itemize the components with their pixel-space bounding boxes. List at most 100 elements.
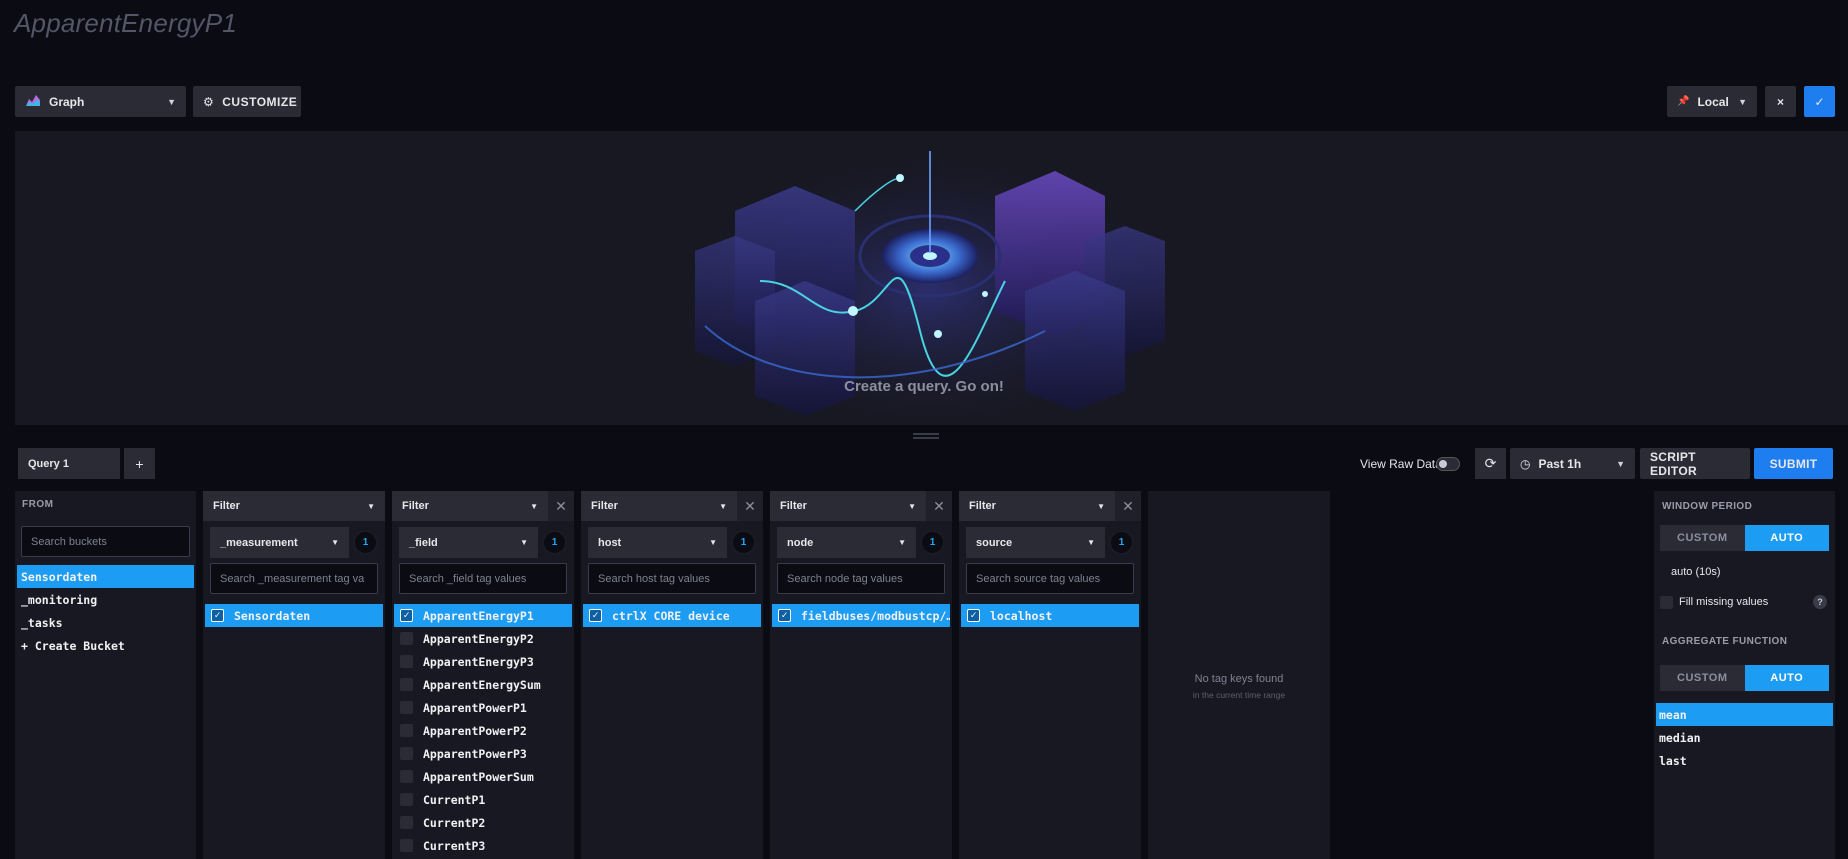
checkbox-checked[interactable]: ✓ — [211, 609, 224, 622]
checkbox-checked[interactable]: ✓ — [967, 609, 980, 622]
window-custom-button[interactable]: CUSTOM — [1660, 525, 1745, 551]
bucket-item[interactable]: Sensordaten — [17, 565, 194, 588]
aggregate-function-item[interactable]: last — [1656, 749, 1833, 772]
tag-value-item[interactable]: ✓ ApparentEnergyP1 — [394, 604, 572, 627]
checkbox[interactable] — [400, 839, 413, 852]
tag-key-dropdown[interactable]: _field ▼ — [399, 527, 538, 558]
checkbox-checked[interactable]: ✓ — [778, 609, 791, 622]
timezone-dropdown[interactable]: 📌 Local ▼ — [1667, 86, 1757, 117]
chevron-down-icon: ▼ — [167, 96, 176, 107]
refresh-button[interactable]: ⟳ — [1475, 448, 1506, 479]
aggregate-function-item[interactable]: mean — [1656, 703, 1833, 726]
filter-header: Filter ▼ — [203, 491, 385, 521]
aggregate-panel: WINDOW PERIOD CUSTOM AUTO auto (10s) Fil… — [1654, 491, 1835, 859]
customize-button[interactable]: ⚙ CUSTOMIZE — [193, 86, 301, 117]
checkbox-checked[interactable]: ✓ — [400, 609, 413, 622]
checkbox[interactable] — [400, 678, 413, 691]
no-tag-keys-sub: in the current time range — [1192, 690, 1286, 700]
filter-header: Filter ▼ ✕ — [392, 491, 574, 521]
fill-missing-row[interactable]: Fill missing values ? — [1660, 595, 1827, 609]
aggregate-custom-button[interactable]: CUSTOM — [1660, 665, 1745, 691]
tag-value-item[interactable]: ✓ localhost — [961, 604, 1139, 627]
bucket-item[interactable]: _tasks — [17, 611, 194, 634]
remove-filter-button[interactable]: ✕ — [548, 491, 574, 521]
remove-filter-button[interactable]: ✕ — [737, 491, 763, 521]
time-range-label: Past 1h — [1538, 456, 1582, 471]
save-button[interactable]: ✓ — [1804, 86, 1835, 117]
query-tab[interactable]: Query 1 — [18, 448, 120, 479]
tag-value-label: ApparentPowerP2 — [423, 723, 527, 738]
fill-missing-checkbox[interactable] — [1660, 595, 1673, 609]
tag-value-item[interactable]: ✓ ctrlX CORE device — [583, 604, 761, 627]
tag-value-label: localhost — [990, 608, 1053, 623]
page-title[interactable]: ApparentEnergyP1 — [14, 8, 237, 39]
checkbox-checked[interactable]: ✓ — [589, 609, 602, 622]
selected-count-badge: 1 — [542, 530, 567, 555]
tag-key-dropdown[interactable]: _measurement ▼ — [210, 527, 349, 558]
checkbox[interactable] — [400, 724, 413, 737]
tag-value-item[interactable]: CurrentP3 — [394, 834, 572, 857]
checkbox[interactable] — [400, 747, 413, 760]
checkbox[interactable] — [400, 655, 413, 668]
tag-value-item[interactable]: CurrentP1 — [394, 788, 572, 811]
filter-function-dropdown[interactable]: Filter ▼ — [392, 491, 548, 521]
filter-function-dropdown[interactable]: Filter ▼ — [203, 491, 385, 521]
from-label: FROM — [22, 499, 54, 510]
filter-panel-host: Filter ▼ ✕ host ▼ 1 Search host tag values ✓ ctr… — [581, 491, 763, 859]
resize-handle[interactable] — [913, 433, 939, 439]
tag-value-item[interactable]: ✓ fieldbuses/modbustcp/… — [772, 604, 950, 627]
tag-value-item[interactable]: ApparentPowerP2 — [394, 719, 572, 742]
filter-panel-field: Filter ▼ ✕ _field ▼ 1 Search _field tag values… — [392, 491, 574, 859]
checkbox[interactable] — [400, 770, 413, 783]
close-icon: ✕ — [555, 497, 567, 514]
submit-button[interactable]: SUBMIT — [1754, 448, 1833, 479]
tag-value-item[interactable]: CurrentP2 — [394, 811, 572, 834]
checkbox[interactable] — [400, 632, 413, 645]
checkbox[interactable] — [400, 793, 413, 806]
aggregate-function-item[interactable]: median — [1656, 726, 1833, 749]
tag-key-dropdown[interactable]: host ▼ — [588, 527, 727, 558]
tag-key-dropdown[interactable]: source ▼ — [966, 527, 1105, 558]
tag-value-search-input[interactable]: Search source tag values — [966, 563, 1134, 594]
tag-value-search-input[interactable]: Search _field tag values — [399, 563, 567, 594]
filter-panel-source: Filter ▼ ✕ source ▼ 1 Search source tag values… — [959, 491, 1141, 859]
tag-value-item[interactable]: ApparentPowerP1 — [394, 696, 572, 719]
tag-value-item[interactable]: ApparentPowerP3 — [394, 742, 572, 765]
graph-type-dropdown[interactable]: Graph ▼ — [15, 86, 186, 117]
close-icon: × — [1776, 94, 1784, 109]
remove-filter-button[interactable]: ✕ — [926, 491, 952, 521]
bucket-item[interactable]: _monitoring — [17, 588, 194, 611]
create-bucket-link[interactable]: + Create Bucket — [17, 634, 194, 657]
graph-type-label: Graph — [49, 94, 85, 109]
tag-value-label: CurrentP2 — [423, 815, 486, 830]
customize-label: CUSTOMIZE — [222, 94, 298, 109]
tag-value-item[interactable]: ✓ Sensordaten — [205, 604, 383, 627]
toggle-knob — [1439, 460, 1447, 468]
tag-value-label: fieldbuses/modbustcp/… — [801, 608, 950, 623]
filter-function-dropdown[interactable]: Filter ▼ — [959, 491, 1115, 521]
tag-key-row: host ▼ 1 — [588, 527, 756, 558]
tag-key-dropdown[interactable]: node ▼ — [777, 527, 916, 558]
bucket-search-input[interactable]: Search buckets — [21, 526, 190, 557]
tag-value-search-input[interactable]: Search node tag values — [777, 563, 945, 594]
tag-value-search-input[interactable]: Search host tag values — [588, 563, 756, 594]
checkbox[interactable] — [400, 701, 413, 714]
script-editor-button[interactable]: SCRIPT EDITOR — [1640, 448, 1750, 479]
add-query-button[interactable]: + — [124, 448, 155, 479]
remove-filter-button[interactable]: ✕ — [1115, 491, 1141, 521]
cancel-button[interactable]: × — [1765, 86, 1796, 117]
time-range-dropdown[interactable]: ◷ Past 1h ▼ — [1510, 448, 1635, 479]
tag-value-label: ApparentPowerSum — [423, 769, 534, 784]
help-icon[interactable]: ? — [1813, 595, 1827, 609]
window-auto-button[interactable]: AUTO — [1744, 525, 1829, 551]
tag-value-item[interactable]: ApparentPowerSum — [394, 765, 572, 788]
tag-value-item[interactable]: ApparentEnergySum — [394, 673, 572, 696]
filter-function-dropdown[interactable]: Filter ▼ — [770, 491, 926, 521]
tag-value-item[interactable]: ApparentEnergyP3 — [394, 650, 572, 673]
aggregate-auto-button[interactable]: AUTO — [1744, 665, 1829, 691]
checkbox[interactable] — [400, 816, 413, 829]
filter-function-dropdown[interactable]: Filter ▼ — [581, 491, 737, 521]
tag-value-item[interactable]: ApparentEnergyP2 — [394, 627, 572, 650]
view-raw-data-toggle[interactable] — [1436, 457, 1460, 471]
tag-value-search-input[interactable]: Search _measurement tag va — [210, 563, 378, 594]
